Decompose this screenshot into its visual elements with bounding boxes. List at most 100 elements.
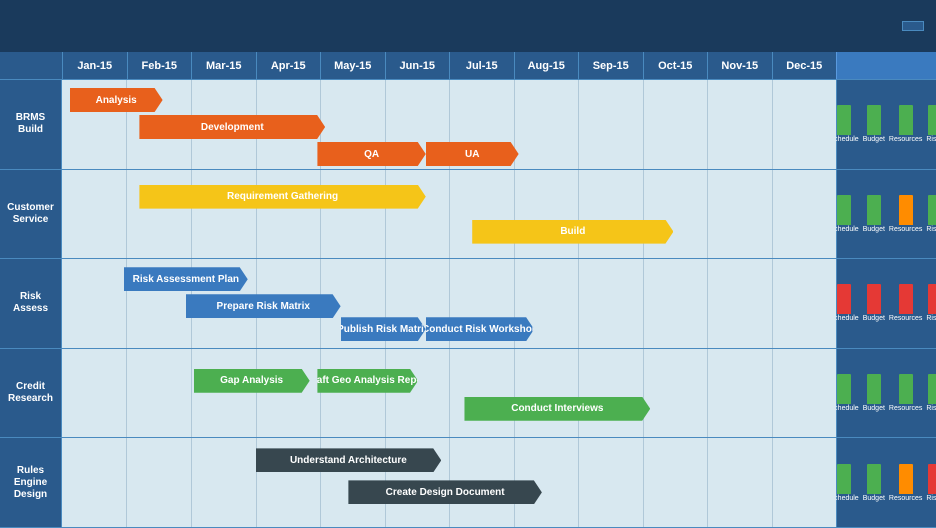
row-content-0: Analysis Development QAUA xyxy=(62,80,836,169)
month-header-Dec-15: Dec-15 xyxy=(772,52,837,79)
h-bar-4-0 xyxy=(837,464,851,494)
row-label-3: CreditResearch xyxy=(0,349,62,438)
h-bar-2-0 xyxy=(837,284,851,314)
grid-lines xyxy=(62,170,836,259)
h-label-2: Resources xyxy=(889,226,922,233)
row-label-2: RiskAssess xyxy=(0,259,62,348)
h-label-2: Resources xyxy=(889,495,922,502)
month-headers: Jan-15Feb-15Mar-15Apr-15May-15Jun-15Jul-… xyxy=(62,52,836,79)
month-header-Jan-15: Jan-15 xyxy=(62,52,127,79)
h-label-3: Risks xyxy=(926,405,936,412)
bar-1-0: Requirement Gathering xyxy=(139,185,425,209)
health-bar-item-1-3: Risks xyxy=(926,195,936,233)
health-bars-4: ScheduleBudgetResourcesRisks xyxy=(830,462,936,502)
h-label-3: Risks xyxy=(926,315,936,322)
bar-2-0: Risk Assessment Plan xyxy=(124,267,248,291)
h-bar-0-3 xyxy=(928,105,936,135)
h-bar-1-0 xyxy=(837,195,851,225)
bar-4-0: Understand Architecture xyxy=(256,448,442,472)
health-panel: ScheduleBudgetResourcesRisksScheduleBudg… xyxy=(836,80,936,528)
health-bar-item-4-1: Budget xyxy=(863,464,885,502)
h-bar-4-1 xyxy=(867,464,881,494)
row-content-3: Gap Analysis Draft Geo Analysis Report Con… xyxy=(62,349,836,438)
health-bar-item-2-2: Resources xyxy=(889,284,922,322)
h-label-3: Risks xyxy=(926,136,936,143)
health-cell-1: ScheduleBudgetResourcesRisks xyxy=(837,170,936,260)
project-rows: BRMSBuild Analysis Development QAUA Customer… xyxy=(0,80,836,528)
bar-3-1: Draft Geo Analysis Report xyxy=(317,369,418,393)
month-header-Sep-15: Sep-15 xyxy=(578,52,643,79)
health-bar-item-3-2: Resources xyxy=(889,374,922,412)
bar-0-0: Analysis xyxy=(70,88,163,112)
h-bar-0-1 xyxy=(867,105,881,135)
bar-2-3: Conduct Risk Workshop xyxy=(426,317,534,341)
bar-0-1: Development xyxy=(139,115,325,139)
health-bars-2: ScheduleBudgetResourcesRisks xyxy=(830,282,936,322)
h-bar-2-1 xyxy=(867,284,881,314)
health-bar-item-2-3: Risks xyxy=(926,284,936,322)
project-row-4: RulesEngine DesignUnderstand Architectur… xyxy=(0,438,836,528)
project-health-header xyxy=(836,52,936,79)
bar-2-1: Prepare Risk Matrix xyxy=(186,294,341,318)
health-bars-1: ScheduleBudgetResourcesRisks xyxy=(830,193,936,233)
health-bars-3: ScheduleBudgetResourcesRisks xyxy=(830,372,936,412)
timeline-area: BRMSBuild Analysis Development QAUA Customer… xyxy=(0,80,836,528)
health-bar-item-0-2: Resources xyxy=(889,105,922,143)
bar-0-3: UA xyxy=(426,142,519,166)
month-header-Jul-15: Jul-15 xyxy=(449,52,514,79)
bar-3-2: Conduct Interviews xyxy=(464,397,650,421)
row-content-2: Risk Assessment PlanPrepare Risk MatrixP… xyxy=(62,259,836,348)
last-updated xyxy=(902,21,924,31)
header xyxy=(0,0,936,52)
health-bar-item-0-3: Risks xyxy=(926,105,936,143)
row-content-1: Requirement Gathering Build xyxy=(62,170,836,259)
project-row-2: RiskAssess Risk Assessment Plan Prepare Ri… xyxy=(0,259,836,349)
health-bar-item-3-1: Budget xyxy=(863,374,885,412)
month-header-Aug-15: Aug-15 xyxy=(514,52,579,79)
h-label-2: Resources xyxy=(889,136,922,143)
row-label-spacer xyxy=(0,52,62,79)
main-content: BRMSBuild Analysis Development QAUA Customer… xyxy=(0,80,936,528)
health-cell-2: ScheduleBudgetResourcesRisks xyxy=(837,259,936,349)
health-bar-item-3-3: Risks xyxy=(926,374,936,412)
row-content-4: Understand Architecture Create Design Doc… xyxy=(62,438,836,527)
health-bar-item-4-3: Risks xyxy=(926,464,936,502)
month-header-Nov-15: Nov-15 xyxy=(707,52,772,79)
h-bar-0-0 xyxy=(837,105,851,135)
h-label-3: Risks xyxy=(926,226,936,233)
h-label-3: Risks xyxy=(926,495,936,502)
h-bar-1-2 xyxy=(899,195,913,225)
month-header-Oct-15: Oct-15 xyxy=(643,52,708,79)
column-headers: Jan-15Feb-15Mar-15Apr-15May-15Jun-15Jul-… xyxy=(0,52,936,80)
h-label-2: Resources xyxy=(889,315,922,322)
bar-1-1: Build xyxy=(472,220,673,244)
health-cell-4: ScheduleBudgetResourcesRisks xyxy=(837,438,936,528)
health-bar-item-1-1: Budget xyxy=(863,195,885,233)
h-label-1: Budget xyxy=(863,136,885,143)
health-cell-0: ScheduleBudgetResourcesRisks xyxy=(837,80,936,170)
grid-lines xyxy=(62,349,836,438)
month-header-Jun-15: Jun-15 xyxy=(385,52,450,79)
h-bar-1-3 xyxy=(928,195,936,225)
bar-4-1: Create Design Document xyxy=(348,480,542,504)
month-header-Mar-15: Mar-15 xyxy=(191,52,256,79)
month-header-Feb-15: Feb-15 xyxy=(127,52,192,79)
bar-3-0: Gap Analysis xyxy=(194,369,310,393)
row-label-1: CustomerService xyxy=(0,170,62,259)
h-bar-3-0 xyxy=(837,374,851,404)
h-label-2: Resources xyxy=(889,405,922,412)
h-label-1: Budget xyxy=(863,315,885,322)
project-row-3: CreditResearch Gap Analysis Draft Geo Anal… xyxy=(0,349,836,439)
h-bar-3-3 xyxy=(928,374,936,404)
h-bar-3-1 xyxy=(867,374,881,404)
h-label-1: Budget xyxy=(863,405,885,412)
project-row-0: BRMSBuild Analysis Development QAUA xyxy=(0,80,836,170)
h-bar-0-2 xyxy=(899,105,913,135)
project-row-1: CustomerService Requirement Gathering Buil… xyxy=(0,170,836,260)
row-label-4: RulesEngine Design xyxy=(0,438,62,527)
health-bar-item-4-2: Resources xyxy=(889,464,922,502)
row-label-0: BRMSBuild xyxy=(0,80,62,169)
h-bar-2-3 xyxy=(928,284,936,314)
bar-0-2: QA xyxy=(317,142,425,166)
h-bar-3-2 xyxy=(899,374,913,404)
